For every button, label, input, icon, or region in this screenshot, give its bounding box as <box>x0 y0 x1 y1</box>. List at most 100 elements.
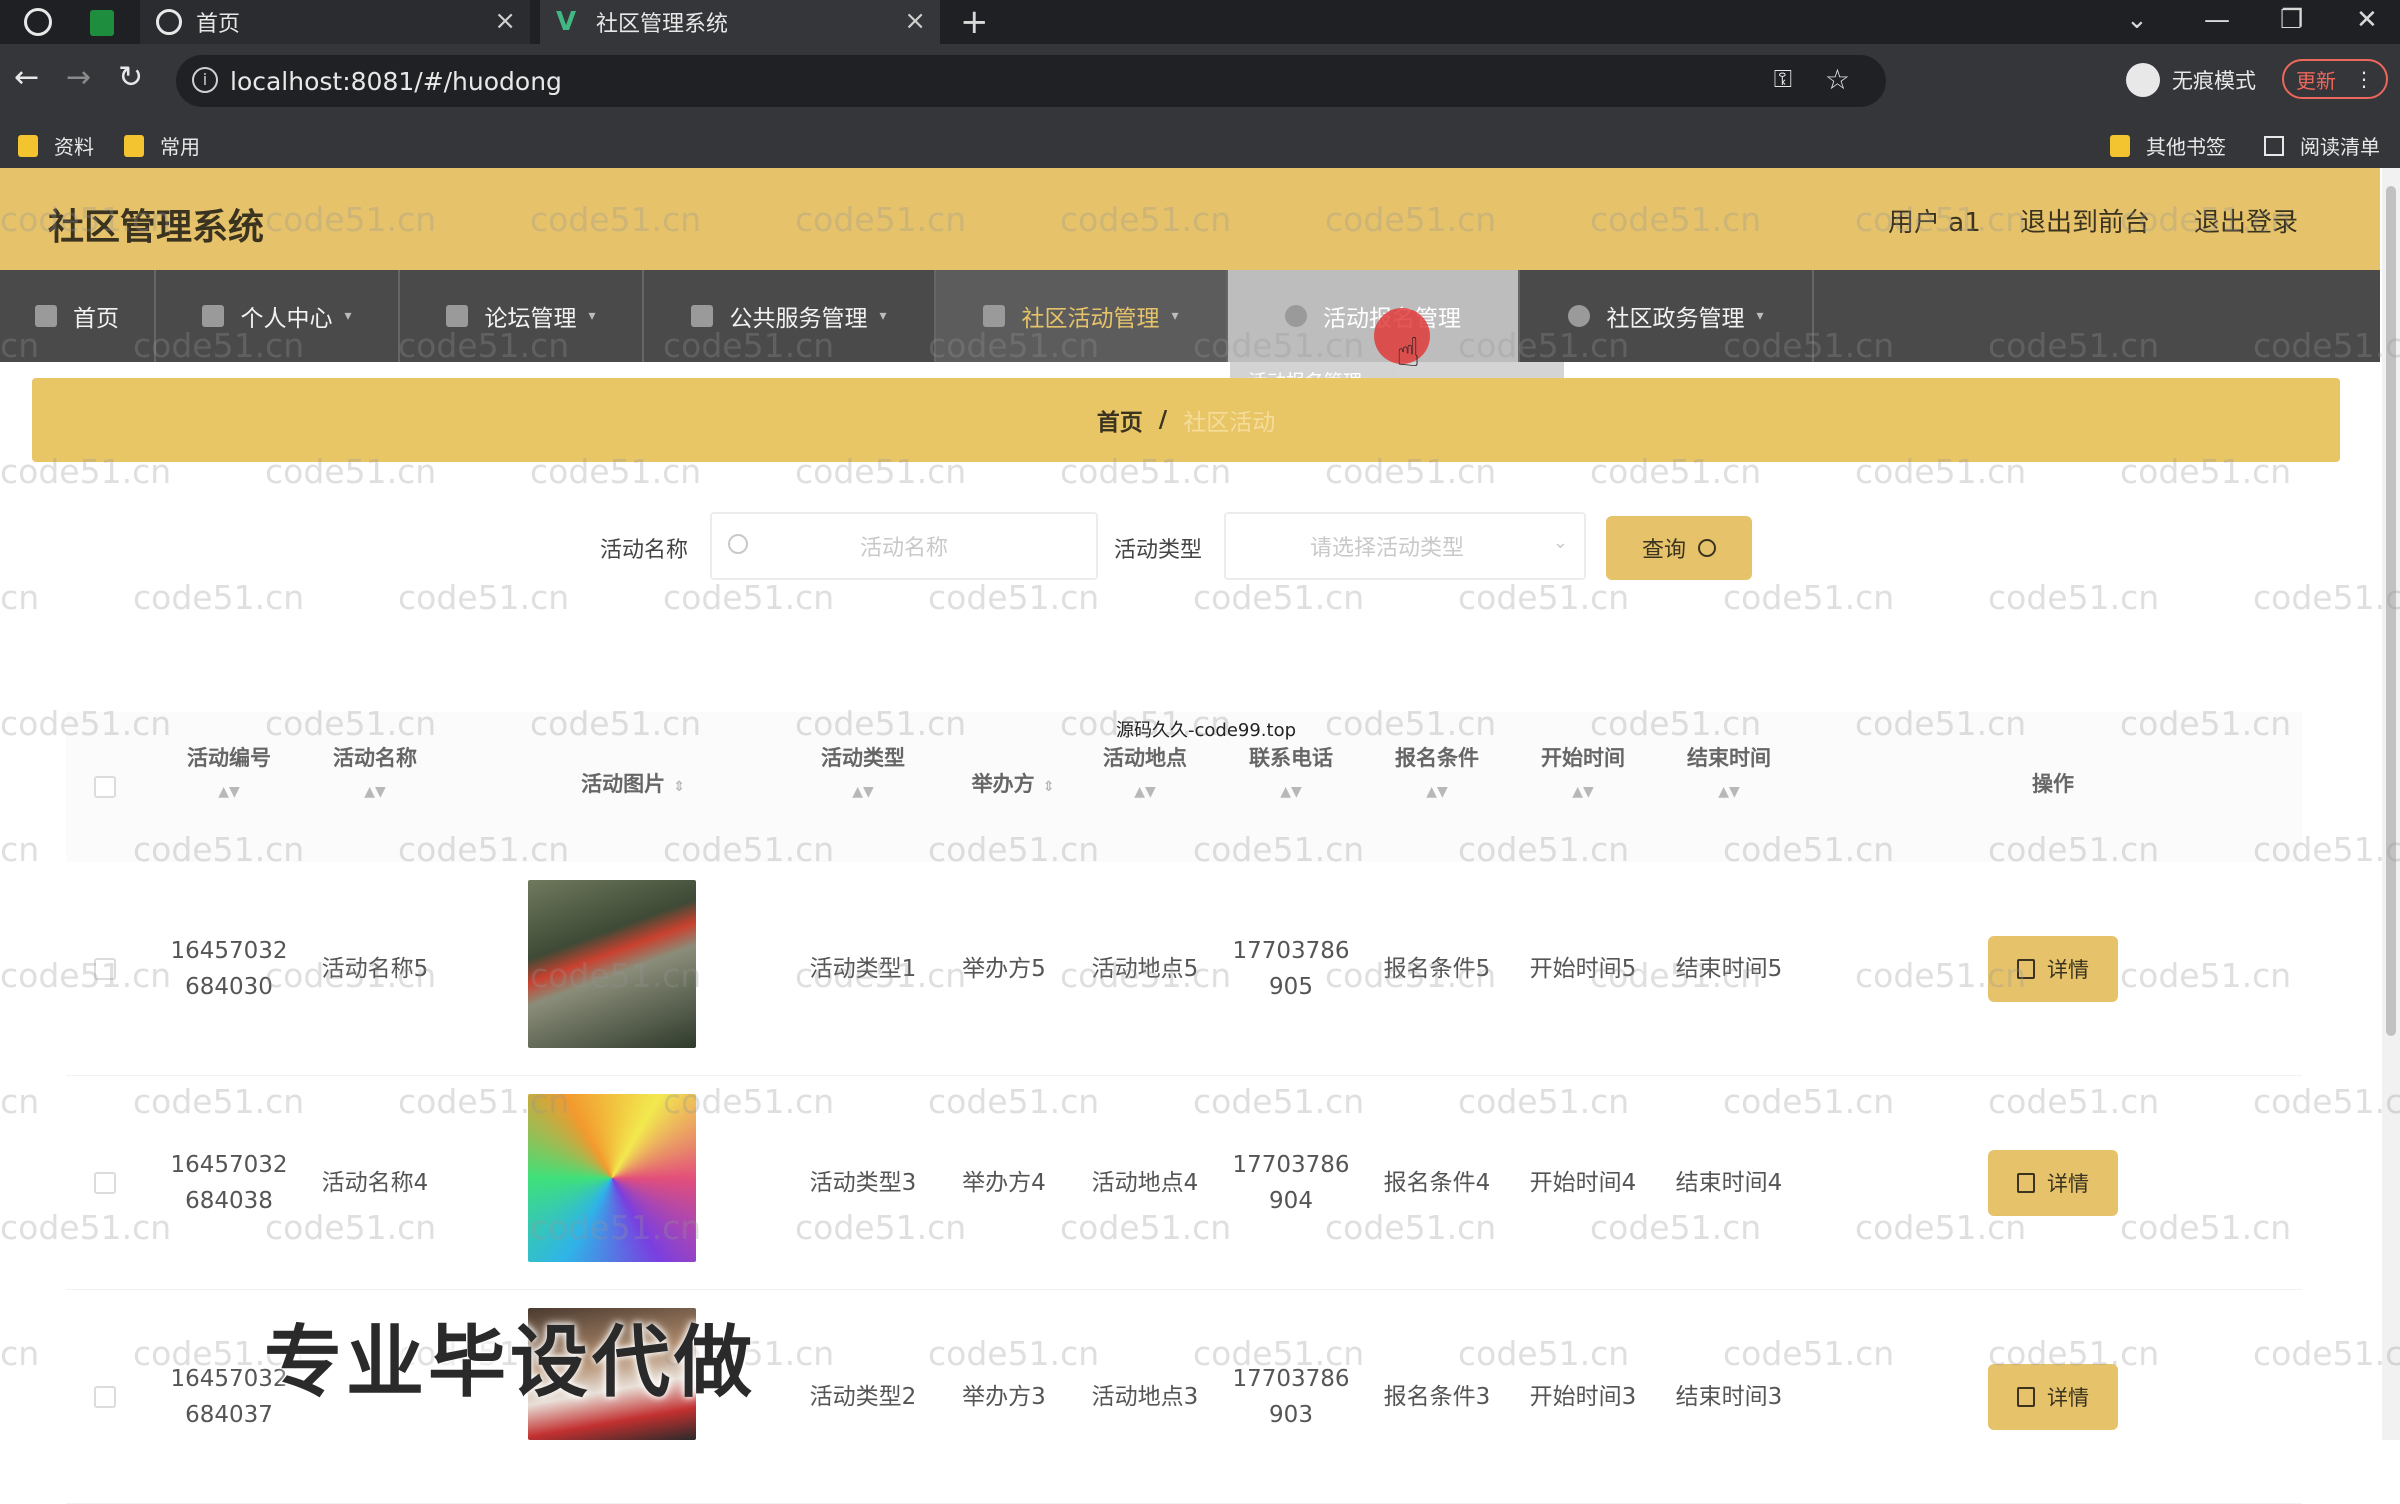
cell-phone: 17703786 903 <box>1226 1290 1356 1504</box>
column-label: 操作 <box>2032 772 2074 796</box>
folder-icon <box>124 134 144 157</box>
bookmark-folder-ziliao[interactable]: 资料 <box>18 131 94 160</box>
sort-icon[interactable]: ⇕ <box>1043 779 1055 795</box>
cell-place: 活动地点4 <box>1091 1170 1199 1196</box>
cell-start: 开始时间3 <box>1529 1384 1637 1410</box>
breadcrumb: 首页 / 社区活动 <box>32 378 2340 462</box>
activity-name-input[interactable]: 活动名称 <box>710 512 1098 580</box>
cell-end: 结束时间4 <box>1675 1170 1783 1196</box>
back-to-front-link[interactable]: 退出到前台 <box>2020 202 2150 239</box>
sort-icon[interactable]: ▲▼ <box>1372 784 1502 800</box>
sort-icon[interactable]: ▲▼ <box>312 784 438 800</box>
bookmark-other[interactable]: 其他书签 <box>2110 131 2226 160</box>
detail-button[interactable]: 详情 <box>1988 1150 2118 1216</box>
column-header-actions: 操作 <box>1988 768 2118 798</box>
select-all-checkbox[interactable] <box>94 776 116 798</box>
menu-label: 首页 <box>73 306 119 332</box>
row-checkbox[interactable] <box>94 1386 116 1408</box>
vue-logo-icon: V <box>556 7 577 37</box>
globe-icon <box>156 9 182 35</box>
query-button[interactable]: 查询 <box>1606 516 1752 580</box>
column-label: 结束时间 <box>1687 746 1771 770</box>
service-icon <box>691 305 714 327</box>
menu-item-community-activity[interactable]: 社区活动管理 ▾ <box>936 270 1228 362</box>
cell-id: 16457032 684038 <box>166 1076 292 1290</box>
bookmark-label: 阅读清单 <box>2300 135 2380 159</box>
minimize-icon[interactable]: — <box>2204 0 2230 44</box>
reading-list[interactable]: 阅读清单 <box>2264 131 2380 160</box>
search-icon <box>728 534 748 554</box>
menu-item-home[interactable]: 首页 <box>0 270 156 362</box>
column-header-type[interactable]: 活动类型 ▲▼ <box>788 742 938 800</box>
chevron-down-icon: ▾ <box>344 308 352 324</box>
menu-item-personal-center[interactable]: 个人中心 ▾ <box>156 270 400 362</box>
forward-icon[interactable]: → <box>66 60 91 95</box>
reload-icon[interactable]: ↻ <box>118 60 143 95</box>
activity-image[interactable] <box>528 880 696 1048</box>
column-label: 活动名称 <box>333 746 417 770</box>
column-header-phone[interactable]: 联系电话 ▲▼ <box>1226 742 1356 800</box>
app-header: 社区管理系统 用户 a1 退出到前台 退出登录 <box>0 168 2380 270</box>
detail-button[interactable]: 详情 <box>1988 936 2118 1002</box>
query-label: 查询 <box>1641 538 1686 563</box>
menu-item-government[interactable]: 社区政务管理 ▾ <box>1520 270 1814 362</box>
column-header-start[interactable]: 开始时间 ▲▼ <box>1518 742 1648 800</box>
chevron-down-icon: ⌄ <box>1552 532 1568 553</box>
address-bar[interactable]: i localhost:8081/#/huodong ⚿ ☆ <box>176 55 1886 107</box>
sort-icon[interactable]: ▲▼ <box>166 784 292 800</box>
menu-item-activity-signup[interactable]: 活动报名管理 <box>1228 270 1520 362</box>
tab-home[interactable]: 首页 × <box>140 0 530 44</box>
sort-icon[interactable]: ⇕ <box>673 779 685 795</box>
signup-icon <box>1285 305 1307 327</box>
row-checkbox[interactable] <box>94 958 116 980</box>
scrollbar-thumb[interactable] <box>2386 186 2396 1036</box>
sort-icon[interactable]: ▲▼ <box>1664 784 1794 800</box>
key-icon[interactable]: ⚿ <box>1774 65 1792 93</box>
column-header-end[interactable]: 结束时间 ▲▼ <box>1664 742 1794 800</box>
site-info-icon[interactable]: i <box>192 67 218 93</box>
tab-title: 社区管理系统 <box>596 12 729 37</box>
menu-item-forum[interactable]: 论坛管理 ▾ <box>400 270 644 362</box>
chevron-down-icon: ▾ <box>588 308 596 324</box>
phone-part: 17703786 <box>1232 1366 1350 1392</box>
column-header-image[interactable]: 活动图片 ⇕ <box>528 768 738 798</box>
browser-logo-icon[interactable] <box>24 8 52 36</box>
activity-image[interactable] <box>528 1094 696 1262</box>
back-icon[interactable]: ← <box>14 60 39 95</box>
promo-banner: 专业毕设代做 <box>264 1318 757 1408</box>
sort-icon[interactable]: ▲▼ <box>1518 784 1648 800</box>
star-icon[interactable]: ☆ <box>1825 63 1850 96</box>
logout-link[interactable]: 退出登录 <box>2194 202 2298 239</box>
column-header-name[interactable]: 活动名称 ▲▼ <box>312 742 438 800</box>
sheets-tab-icon[interactable] <box>90 10 114 36</box>
activity-type-select[interactable]: 请选择活动类型 ⌄ <box>1224 512 1586 580</box>
row-checkbox[interactable] <box>94 1172 116 1194</box>
sort-icon[interactable]: ▲▼ <box>1226 784 1356 800</box>
close-tab-icon[interactable]: × <box>904 6 926 36</box>
close-window-icon[interactable]: ✕ <box>2356 0 2378 44</box>
cell-end: 结束时间5 <box>1675 956 1783 982</box>
column-header-condition[interactable]: 报名条件 ▲▼ <box>1372 742 1502 800</box>
tab-community-system[interactable]: V 社区管理系统 × <box>540 0 940 44</box>
menu-label: 社区活动管理 <box>1021 306 1160 332</box>
new-tab-button[interactable]: + <box>960 0 989 44</box>
column-header-host[interactable]: 举办方 ⇕ <box>928 768 1098 798</box>
hand-cursor-icon: ☝ <box>1396 330 1421 376</box>
bookmark-folder-changyong[interactable]: 常用 <box>124 131 200 160</box>
detail-button[interactable]: 详情 <box>1988 1364 2118 1430</box>
bookmarks-bar: 资料 常用 其他书签 阅读清单 <box>0 118 2400 168</box>
tab-search-icon[interactable]: ⌄ <box>2126 0 2148 44</box>
update-button[interactable]: 更新 ⋮ <box>2282 59 2388 99</box>
sort-icon[interactable]: ▲▼ <box>1080 784 1210 800</box>
restore-icon[interactable]: ❐ <box>2280 0 2303 44</box>
menu-item-public-service[interactable]: 公共服务管理 ▾ <box>644 270 936 362</box>
watermark-text: code51.cn <box>2253 578 2400 617</box>
column-header-place[interactable]: 活动地点 ▲▼ <box>1080 742 1210 800</box>
breadcrumb-home[interactable]: 首页 <box>1097 403 1143 437</box>
chevron-down-icon: ▾ <box>1171 308 1179 324</box>
column-header-id[interactable]: 活动编号 ▲▼ <box>166 742 292 800</box>
close-tab-icon[interactable]: × <box>494 6 516 36</box>
menu-label: 公共服务管理 <box>729 306 868 332</box>
incognito-indicator[interactable]: 无痕模式 <box>2126 60 2256 100</box>
sort-icon[interactable]: ▲▼ <box>788 784 938 800</box>
